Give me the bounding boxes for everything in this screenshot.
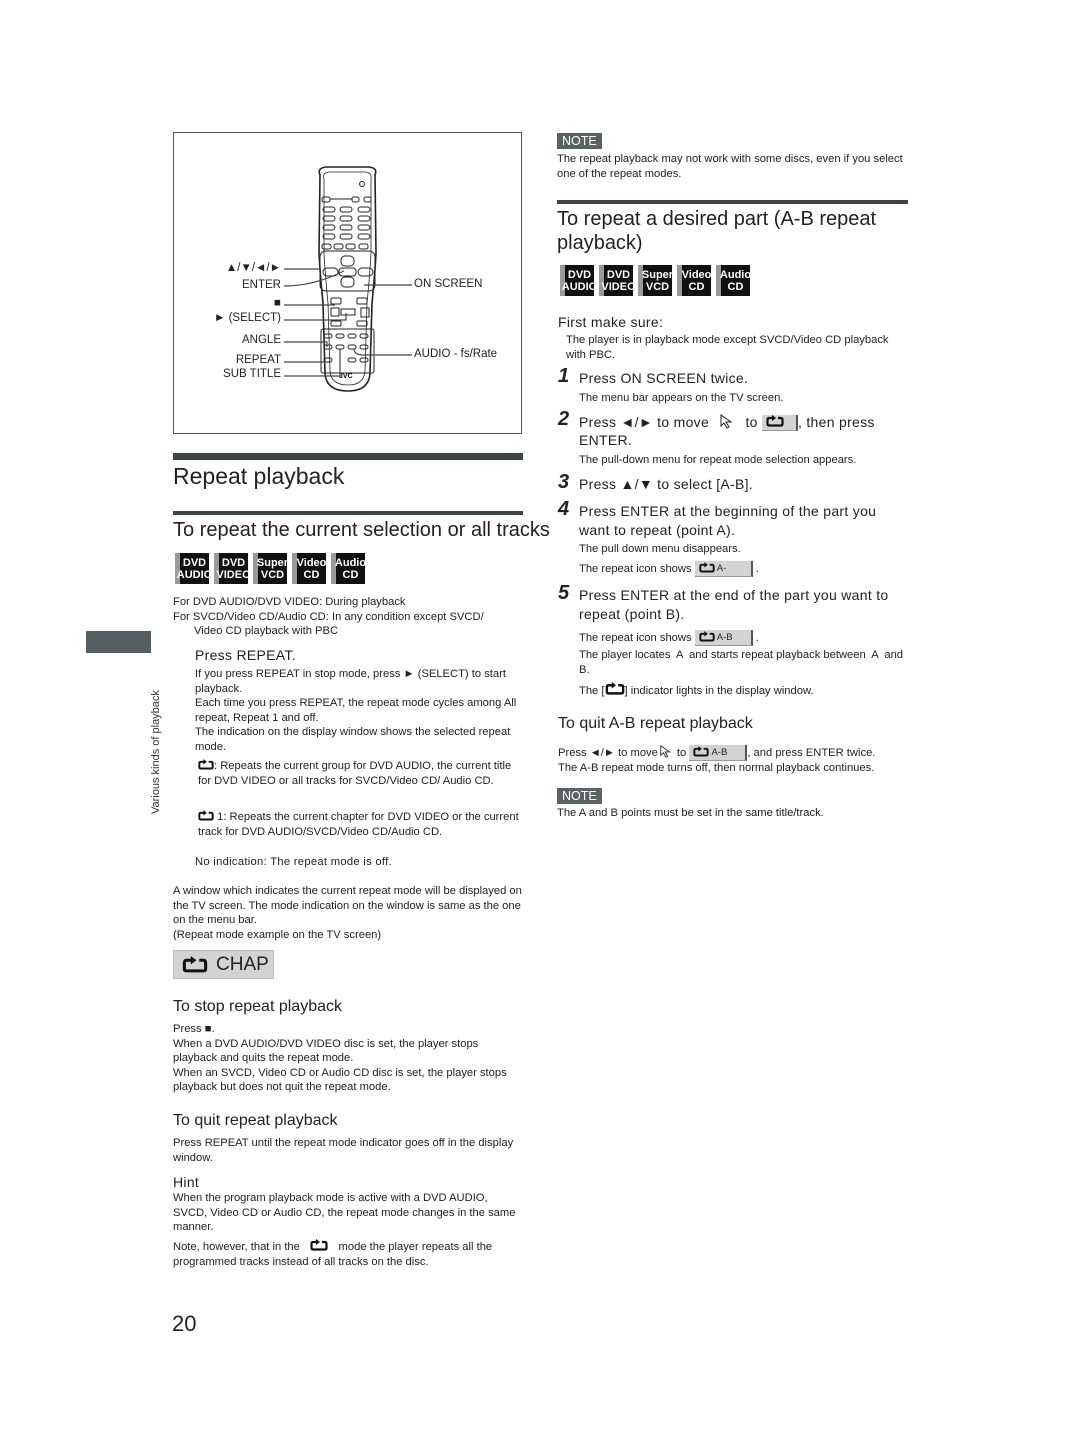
disc-icons-left: DVD AUDIO DVD VIDEO Super VCD Video CD Audio… bbox=[175, 553, 366, 584]
note-1-text: The repeat playback may not work with so… bbox=[557, 153, 903, 180]
step-5-icon-line: The repeat icon shows A-B . bbox=[579, 630, 759, 646]
note-label: NOTE bbox=[557, 133, 602, 149]
quit-body: Press REPEAT until the repeat mode indic… bbox=[173, 1137, 514, 1164]
disc-icon-audio-cd: Audio CD bbox=[331, 553, 366, 584]
hint-body: When the program playback mode is active… bbox=[173, 1192, 516, 1233]
repeat-icon-chip-ab: A-B bbox=[694, 630, 753, 646]
repeat-icon bbox=[182, 956, 208, 973]
title-rule bbox=[173, 453, 523, 460]
first-make-sure-body: The player is in playback mode except SV… bbox=[566, 334, 889, 361]
repeat-icon bbox=[198, 810, 214, 821]
step-5-title: Press ENTER at the end of the part you w… bbox=[579, 587, 889, 622]
disc-icon-svcd: Super VCD bbox=[253, 553, 288, 584]
step-1-number: 1 bbox=[558, 365, 570, 387]
step-1-title: Press ON SCREEN twice. bbox=[579, 370, 749, 386]
quit-ab-title: To quit A-B repeat playback bbox=[558, 715, 753, 732]
step-2-body: The pull-down menu for repeat mode selec… bbox=[579, 454, 857, 466]
mode-all-repeat: : Repeats the current group for DVD AUDI… bbox=[198, 759, 512, 787]
stop-title: To stop repeat playback bbox=[173, 998, 342, 1015]
repeat-icon bbox=[766, 415, 784, 427]
cursor-icon bbox=[719, 413, 735, 429]
quit-ab-body: Press ◄/► to move to A-B, and press ENTER… bbox=[558, 744, 910, 776]
disc-icon-dvd-video: DVD VIDEO bbox=[214, 553, 251, 584]
hint-title: Hint bbox=[173, 1174, 200, 1190]
section-title-repeat: To repeat the current selection or all t… bbox=[173, 519, 550, 541]
label-enter: ENTER bbox=[242, 279, 281, 291]
step-1-body: The menu bar appears on the TV screen. bbox=[579, 392, 784, 404]
cursor-icon bbox=[659, 744, 673, 758]
repeat-icon bbox=[693, 746, 709, 757]
repeat-icon bbox=[309, 1239, 329, 1251]
label-audio: AUDIO - fs/Rate bbox=[414, 348, 498, 360]
disc-icons-right: DVD AUDIO DVD VIDEO Super VCD Video CD Audio… bbox=[560, 265, 751, 296]
note-2-text: The A and B points must be set in the sa… bbox=[557, 807, 824, 819]
quit-title: To quit repeat playback bbox=[173, 1112, 338, 1129]
note-label: NOTE bbox=[557, 788, 602, 804]
disc-icon-svcd: Super VCD bbox=[638, 265, 673, 296]
section-title-ab: To repeat a desired part (A-B repeat pla… bbox=[557, 208, 877, 254]
label-stop: ■ bbox=[274, 297, 281, 309]
window-description: A window which indicates the current rep… bbox=[173, 885, 522, 926]
repeat-icon bbox=[699, 631, 715, 642]
label-repeat: REPEAT bbox=[235, 354, 281, 366]
label-arrows: ▲/▼/◄/► bbox=[225, 262, 281, 274]
section-rule bbox=[173, 511, 523, 515]
disc-icon-dvd-video: DVD VIDEO bbox=[599, 265, 636, 296]
conditions: For DVD AUDIO/DVD VIDEO: During playback… bbox=[173, 596, 484, 637]
step-3-number: 3 bbox=[558, 471, 570, 493]
repeat-icon-chip-a: A- bbox=[694, 561, 753, 577]
repeat-icon-chip-ab: A-B bbox=[689, 745, 748, 762]
repeat-icon bbox=[605, 682, 625, 695]
label-subtitle: SUB TITLE bbox=[223, 368, 281, 380]
note-2: NOTE bbox=[557, 787, 602, 805]
disc-icon-audio-cd: Audio CD bbox=[716, 265, 751, 296]
step-2-number: 2 bbox=[558, 408, 570, 430]
disc-icon-video-cd: Video CD bbox=[677, 265, 711, 296]
mode-repeat-one: 1: Repeats the current chapter for DVD V… bbox=[198, 810, 519, 838]
step-5-body: The player locates A and starts repeat p… bbox=[579, 649, 910, 676]
step-4-icon-line: The repeat icon shows A- . bbox=[579, 561, 759, 577]
side-tab-marker bbox=[86, 631, 151, 653]
label-angle: ANGLE bbox=[242, 334, 281, 346]
mode-off: No indication: The repeat mode is off. bbox=[195, 856, 392, 868]
repeat-icon bbox=[198, 759, 214, 770]
step-5-indicator: The [] indicator lights in the display w… bbox=[579, 682, 814, 699]
step-3-title: Press ▲/▼ to select [A-B]. bbox=[579, 476, 754, 492]
chap-label: CHAP bbox=[216, 953, 269, 975]
step-4-number: 4 bbox=[558, 498, 570, 520]
label-select: ► (SELECT) bbox=[214, 312, 281, 324]
disc-icon-dvd-audio: DVD AUDIO bbox=[560, 265, 597, 296]
step-2-title: Press ◄/► to move to , then press ENTER. bbox=[579, 413, 875, 449]
note-1: NOTE bbox=[557, 132, 602, 150]
first-make-sure: First make sure: bbox=[558, 314, 664, 330]
page-number: 20 bbox=[172, 1311, 197, 1336]
hint-note: Note, however, that in the mode the play… bbox=[173, 1239, 493, 1268]
step-4-title: Press ENTER at the beginning of the part… bbox=[579, 503, 877, 538]
label-on-screen: ON SCREEN bbox=[414, 278, 483, 290]
section-rule-ab bbox=[557, 200, 908, 204]
side-tab-label: Various kinds of playback bbox=[150, 690, 162, 814]
window-caption: (Repeat mode example on the TV screen) bbox=[173, 929, 382, 941]
repeat-icon bbox=[699, 562, 715, 573]
page-title: Repeat playback bbox=[173, 463, 345, 489]
tv-repeat-window: CHAP bbox=[173, 950, 274, 979]
step-5-number: 5 bbox=[558, 582, 570, 604]
step-4-body: The pull down menu disappears. bbox=[579, 543, 741, 555]
remote-figure: JVC ▲/▼/◄/► ENTER ■ ► (SELECT) ANGLE REP… bbox=[173, 132, 522, 434]
disc-icon-dvd-audio: DVD AUDIO bbox=[175, 553, 212, 584]
step-press-repeat-body: If you press REPEAT in stop mode, press … bbox=[195, 668, 517, 753]
remote-brand: JVC bbox=[339, 373, 353, 380]
stop-body: Press ■. When a DVD AUDIO/DVD VIDEO disc… bbox=[173, 1023, 507, 1093]
step-press-repeat: Press REPEAT. bbox=[195, 647, 296, 663]
repeat-menu-chip bbox=[761, 415, 798, 432]
disc-icon-video-cd: Video CD bbox=[292, 553, 326, 584]
